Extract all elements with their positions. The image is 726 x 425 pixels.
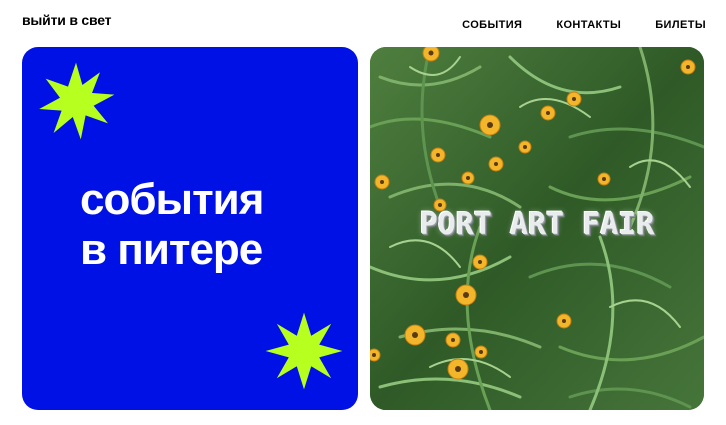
star-icon: [265, 312, 343, 390]
promo-title: PORT ART FAIR: [419, 207, 655, 242]
nav-item-tickets[interactable]: БИЛЕТЫ: [655, 19, 706, 31]
nav-item-events[interactable]: СОБЫТИЯ: [462, 19, 522, 31]
star-icon: [39, 62, 115, 140]
main-nav: СОБЫТИЯ КОНТАКТЫ БИЛЕТЫ: [462, 19, 706, 31]
hero-title-line2: в питере: [80, 225, 263, 274]
hero-title-line1: события: [80, 175, 264, 224]
nav-item-contacts[interactable]: КОНТАКТЫ: [556, 19, 621, 31]
event-promo-card[interactable]: PORT ART FAIR: [370, 47, 704, 410]
brand-logo[interactable]: выйти в свет: [22, 12, 111, 28]
hero-card: события в питере: [22, 47, 358, 410]
hero-title: события в питере: [80, 175, 264, 275]
